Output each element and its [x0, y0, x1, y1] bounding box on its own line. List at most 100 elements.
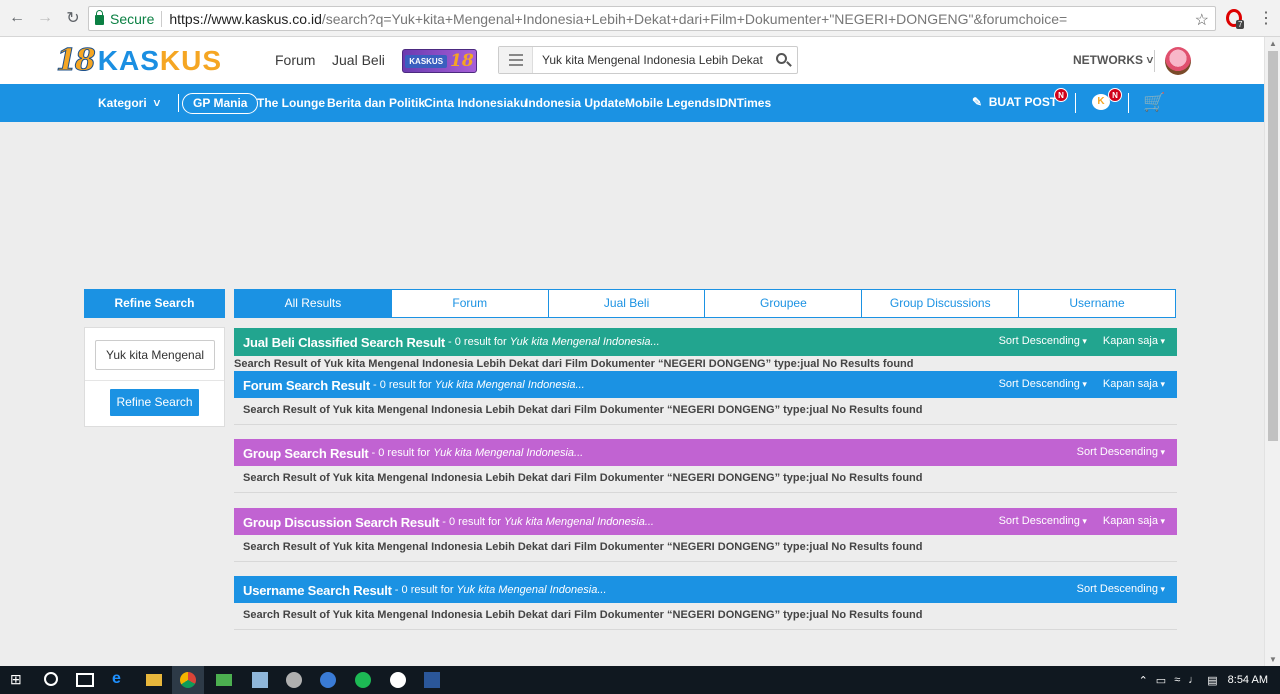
refine-search-button[interactable]: Refine Search: [110, 389, 199, 416]
user-avatar[interactable]: [1165, 47, 1191, 75]
wifi-icon[interactable]: ≈: [1174, 674, 1180, 686]
reload-icon[interactable]: ↻: [62, 8, 84, 28]
result-query: Yuk kita Mengenal Indonesia...: [434, 379, 585, 391]
category-link[interactable]: Indonesia Update: [525, 96, 625, 110]
app-icon[interactable]: [320, 672, 336, 688]
word-icon[interactable]: [424, 672, 440, 688]
category-link[interactable]: Cinta Indonesiaku: [424, 96, 527, 110]
windows-start-icon[interactable]: ⊞: [10, 671, 26, 687]
url-path: /search?q=Yuk+kita+Mengenal+Indonesia+Le…: [321, 10, 1068, 27]
spotify-icon[interactable]: [355, 672, 371, 688]
file-explorer-icon[interactable]: [146, 674, 162, 686]
category-divider: [178, 94, 179, 112]
nav-forum[interactable]: Forum: [275, 52, 315, 68]
chrome-active-icon[interactable]: [172, 666, 204, 694]
taskbar-clock[interactable]: 8:54 AM: [1228, 674, 1268, 686]
header-divider: [1154, 50, 1155, 72]
tab-group-discussions[interactable]: Group Discussions: [861, 290, 1018, 317]
battery-icon[interactable]: ▭: [1156, 674, 1166, 687]
scroll-thumb[interactable]: [1268, 51, 1278, 441]
cart-icon[interactable]: 🛒: [1143, 92, 1165, 113]
volume-icon[interactable]: ♩: [1188, 674, 1199, 686]
sort-dropdown[interactable]: Sort Descending: [999, 335, 1087, 347]
networks-menu[interactable]: NETWORKS ˅: [1073, 53, 1153, 67]
taskbar-search-icon[interactable]: [44, 672, 58, 686]
forward-arrow-icon[interactable]: →: [34, 9, 56, 27]
gp-mania-pill[interactable]: GP Mania: [182, 93, 259, 114]
section-title: Forum Search Result: [243, 377, 370, 393]
time-dropdown[interactable]: Kapan saja: [1103, 378, 1165, 390]
group-result-header: Group Search Result - 0 result for Yuk k…: [234, 439, 1177, 467]
category-divider: [1075, 93, 1076, 113]
search-input[interactable]: Yuk kita Mengenal Indonesia Lebih Dekat …: [542, 53, 764, 67]
buat-post-button[interactable]: ✎ BUAT POST: [972, 95, 1057, 109]
result-count: - 0 result for: [372, 379, 432, 391]
kaskus-logo[interactable]: 18 KASKUS: [56, 43, 222, 79]
sort-dropdown[interactable]: Sort Descending: [999, 515, 1087, 527]
header-search[interactable]: Yuk kita Mengenal Indonesia Lebih Dekat …: [498, 46, 798, 74]
scroll-up-icon[interactable]: ▲: [1269, 39, 1277, 48]
new-badge: N: [1054, 88, 1068, 102]
app-icon[interactable]: [252, 672, 268, 688]
refine-search-input[interactable]: Yuk kita Mengenal: [95, 340, 215, 370]
time-dropdown[interactable]: Kapan saja: [1103, 515, 1165, 527]
kategori-dropdown[interactable]: Kategori ˅: [98, 96, 160, 110]
address-separator: [161, 10, 163, 27]
result-count: - 0 result for: [394, 584, 454, 596]
result-count: - 0 result for: [448, 336, 507, 348]
category-link[interactable]: Mobile Legends: [625, 96, 716, 110]
tab-all-results[interactable]: All Results: [235, 290, 391, 317]
search-icon[interactable]: [776, 53, 787, 64]
jual-beli-result-header: Jual Beli Classified Search Result - 0 r…: [234, 328, 1177, 356]
browser-menu-icon[interactable]: ⋮: [1258, 8, 1274, 28]
tab-jual-beli[interactable]: Jual Beli: [547, 290, 705, 317]
tab-forum[interactable]: Forum: [390, 290, 548, 317]
back-arrow-icon[interactable]: ←: [6, 9, 28, 27]
app-icon[interactable]: [216, 674, 232, 686]
time-dropdown[interactable]: Kapan saja: [1103, 335, 1165, 347]
new-badge: N: [1108, 88, 1122, 102]
section-title: Group Discussion Search Result: [243, 514, 440, 530]
category-divider: [1128, 93, 1129, 113]
address-bar[interactable]: Secure https://www.kaskus.co.id/search?q…: [88, 6, 1216, 31]
category-bar: Kategori ˅ GP Mania The Lounge Berita da…: [0, 84, 1264, 122]
forum-result-header: Forum Search Result - 0 result for Yuk k…: [234, 371, 1177, 399]
scroll-down-icon[interactable]: ▼: [1269, 655, 1277, 664]
nav-jual-beli[interactable]: Jual Beli: [332, 52, 385, 68]
sort-dropdown[interactable]: Sort Descending: [1077, 583, 1165, 595]
result-tabs: All Results Forum Jual Beli Groupee Grou…: [234, 289, 1176, 318]
notification-icon[interactable]: ▤: [1207, 674, 1217, 687]
hamburger-menu-icon[interactable]: [499, 47, 533, 73]
kaskus-18-badge[interactable]: KASKUS 18: [402, 49, 477, 73]
page: 18 KASKUS Forum Jual Beli KASKUS 18 Yuk …: [0, 37, 1264, 666]
tab-username[interactable]: Username: [1018, 290, 1175, 317]
edge-icon[interactable]: e: [112, 670, 128, 687]
result-query: Yuk kita Mengenal Indonesia...: [503, 516, 654, 528]
refine-search-heading: Refine Search: [84, 289, 225, 318]
refine-search-panel: Yuk kita Mengenal Refine Search: [84, 327, 225, 427]
app-icon[interactable]: [286, 672, 302, 688]
app-icon[interactable]: [390, 672, 406, 688]
category-link[interactable]: The Lounge: [257, 96, 325, 110]
bookmark-star-icon[interactable]: ☆: [1195, 10, 1209, 30]
result-query: Yuk kita Mengenal Indonesia...: [433, 447, 584, 459]
tab-groupee[interactable]: Groupee: [704, 290, 861, 317]
secure-indicator[interactable]: Secure: [89, 9, 154, 27]
category-link[interactable]: IDNTimes: [716, 96, 771, 110]
refine-divider: [85, 380, 224, 381]
tray-chevron-icon[interactable]: ⌃: [1139, 674, 1148, 687]
task-view-icon[interactable]: [76, 673, 94, 687]
sort-dropdown[interactable]: Sort Descending: [1077, 446, 1165, 458]
page-scrollbar[interactable]: ▲ ▼: [1264, 37, 1280, 666]
windows-taskbar: ⊞ e ⌃ ▭ ≈ ♩ ▤ 8:54 AM: [0, 666, 1280, 694]
result-query: Yuk kita Mengenal Indonesia...: [509, 336, 660, 348]
result-message: Search Result of Yuk kita Mengenal Indon…: [234, 603, 1177, 630]
sort-dropdown[interactable]: Sort Descending: [999, 378, 1087, 390]
group-discussion-result-header: Group Discussion Search Result - 0 resul…: [234, 508, 1177, 536]
result-message: Search Result of Yuk kita Mengenal Indon…: [234, 398, 1177, 425]
result-query: Yuk kita Mengenal Indonesia...: [456, 584, 607, 596]
result-message: Search Result of Yuk kita Mengenal Indon…: [234, 535, 1177, 562]
section-title: Jual Beli Classified Search Result: [243, 334, 446, 350]
lock-icon: [95, 9, 104, 25]
category-link[interactable]: Berita dan Politik: [327, 96, 425, 110]
